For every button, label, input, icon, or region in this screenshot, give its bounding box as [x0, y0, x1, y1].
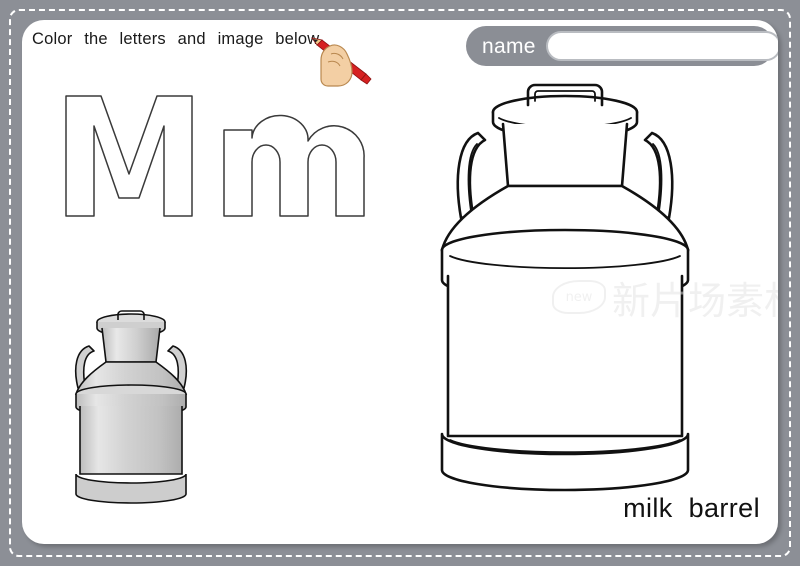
name-input[interactable] — [545, 31, 778, 61]
instruction-text: Color the letters and image below. — [32, 30, 324, 48]
worksheet-page: Color the letters and image below. name — [0, 0, 800, 566]
word-label: milk barrel — [623, 493, 760, 523]
coloring-image-milk-barrel — [420, 78, 710, 498]
name-label: name — [482, 34, 536, 58]
name-field[interactable]: name — [466, 26, 778, 66]
reference-image-milk-barrel — [56, 302, 206, 507]
worksheet-inner-page: Color the letters and image below. name — [22, 20, 778, 544]
uppercase-letter-outline — [65, 95, 193, 217]
letter-outlines — [56, 78, 366, 228]
lowercase-letter-outline — [223, 114, 365, 217]
